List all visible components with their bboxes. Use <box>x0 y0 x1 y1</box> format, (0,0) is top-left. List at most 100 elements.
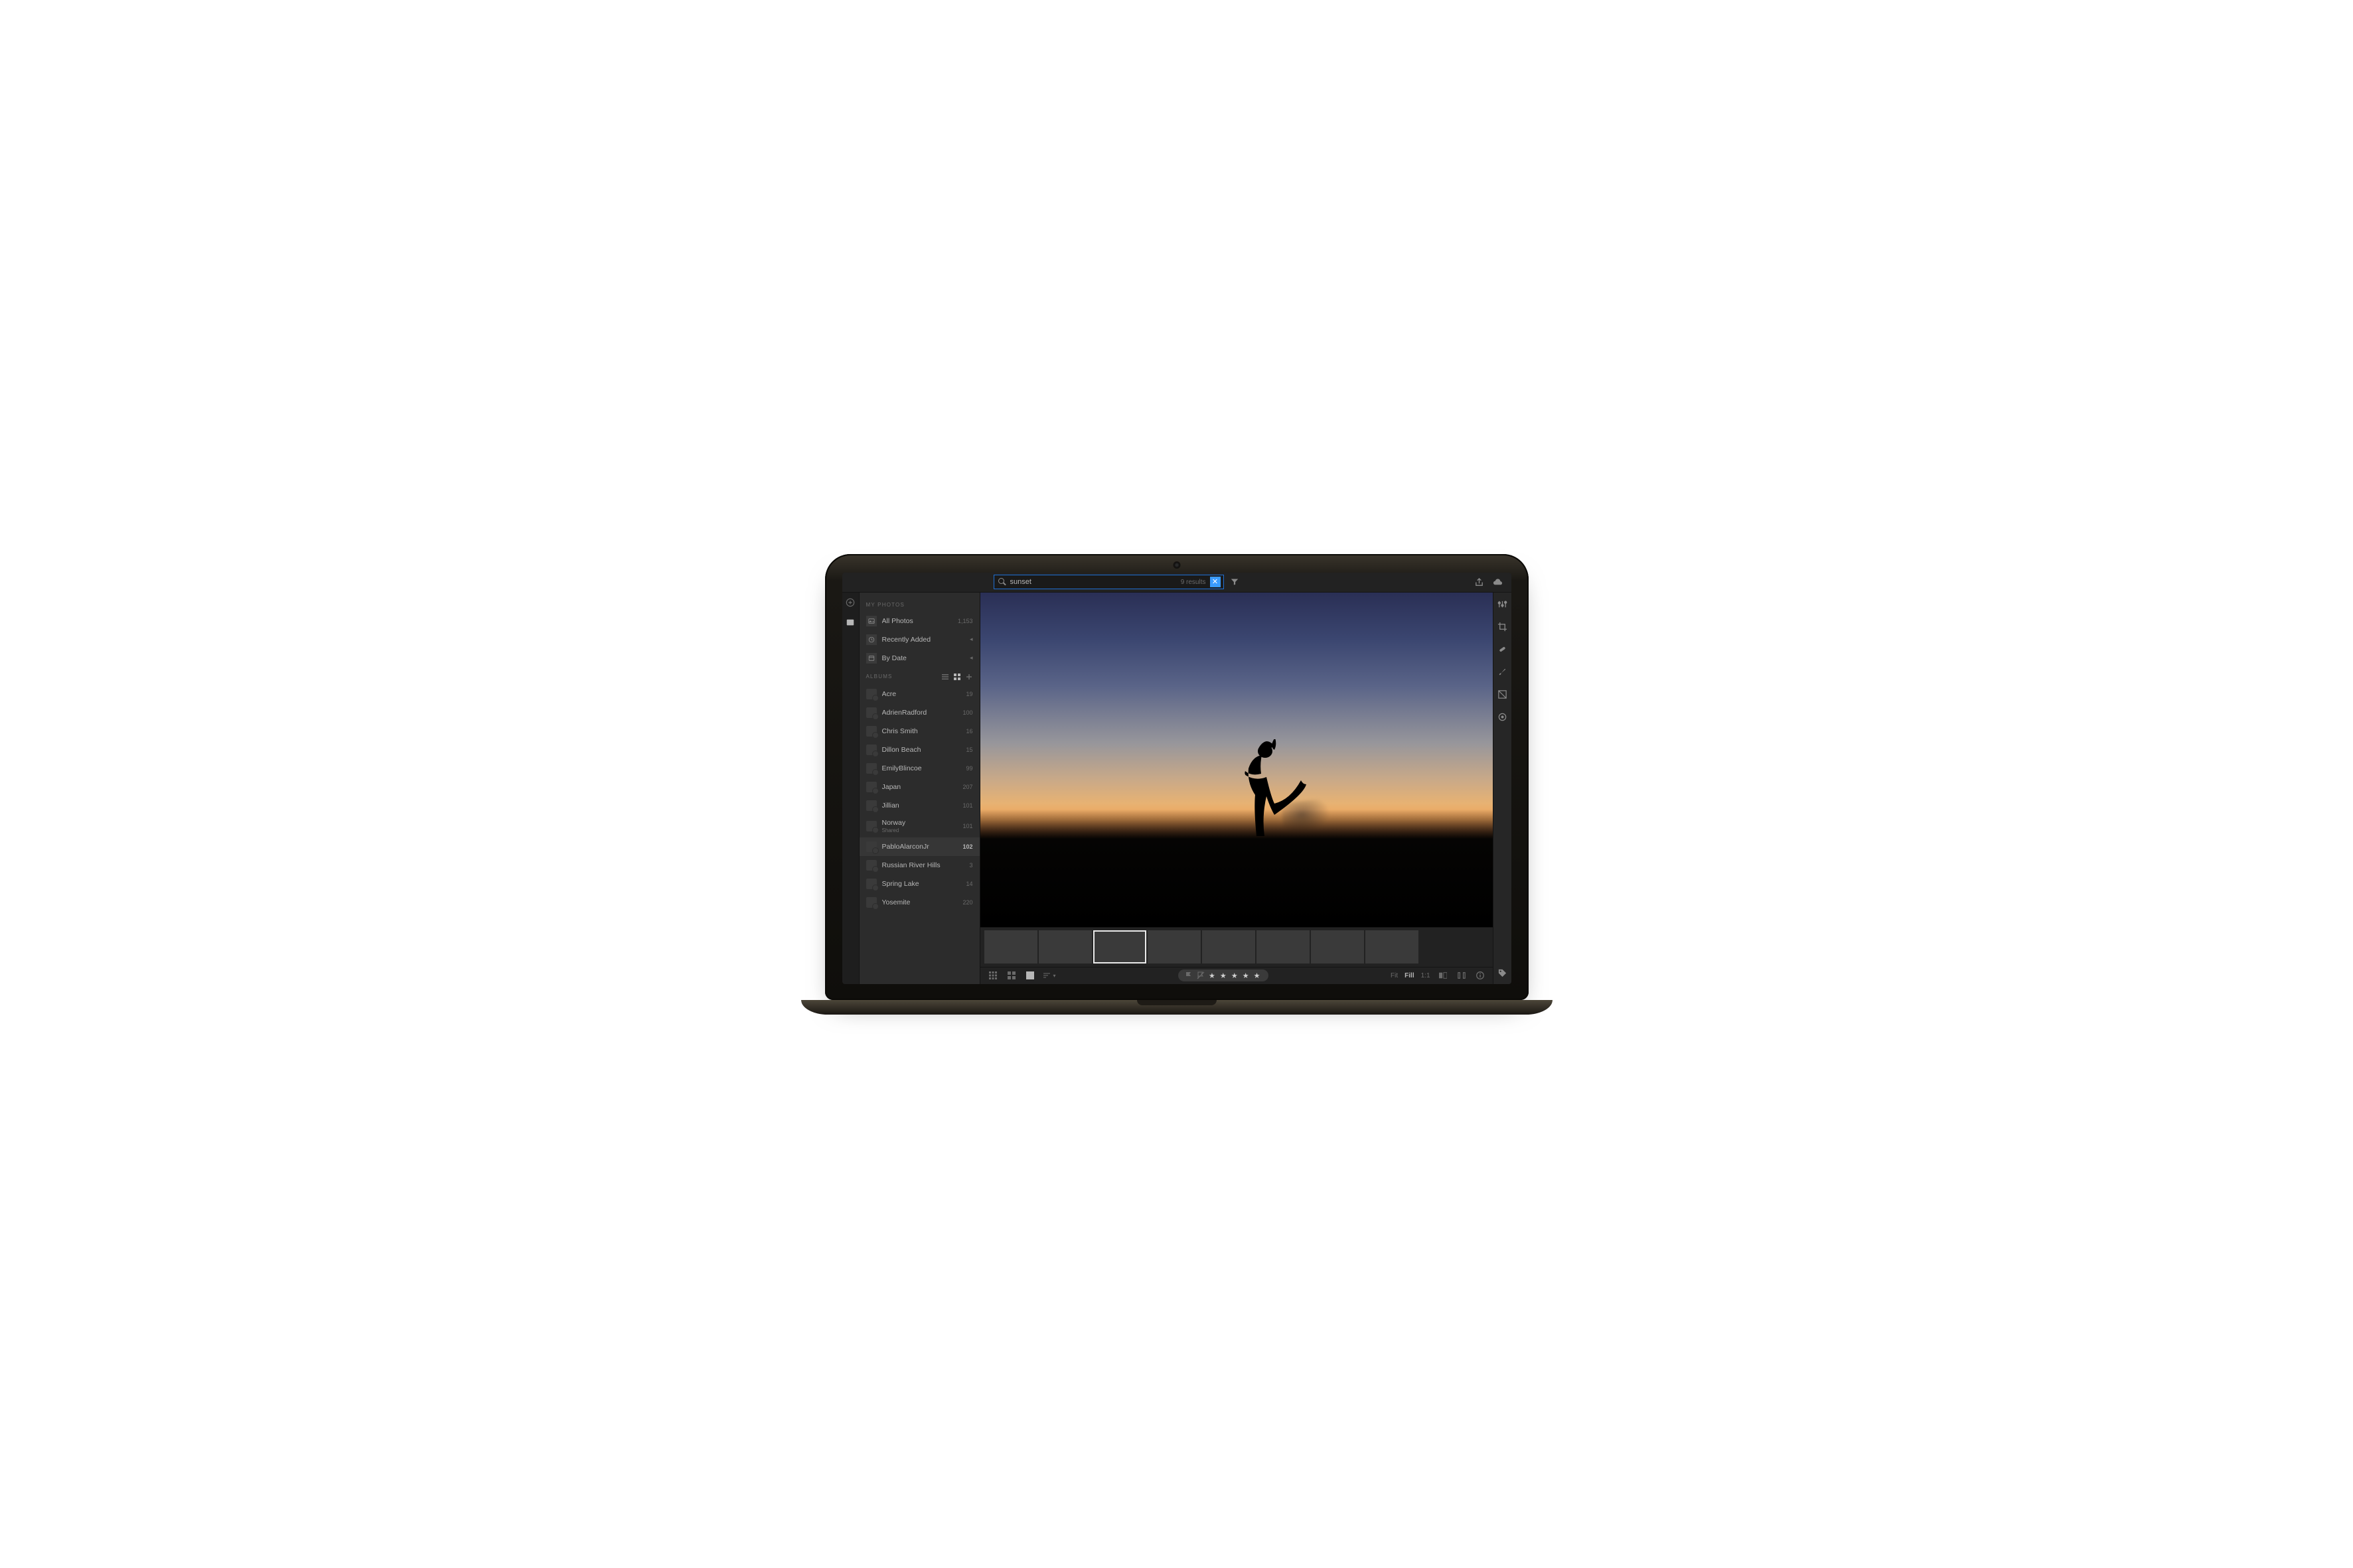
tag-icon[interactable] <box>1495 967 1509 980</box>
filmstrip-thumbnail[interactable] <box>1311 930 1364 963</box>
filmstrip-thumbnail[interactable] <box>1039 930 1092 963</box>
sidebar-album-item[interactable]: Jillian 101 <box>860 796 980 815</box>
sidebar-item-label: Acre <box>882 690 961 698</box>
sidebar-item-recently-added[interactable]: Recently Added ◂ <box>860 630 980 649</box>
sidebar-item-label: Yosemite <box>882 898 958 906</box>
add-photos-icon[interactable] <box>844 597 856 608</box>
left-icon-rail <box>842 593 860 984</box>
zoom-selector: Fit Fill 1:1 <box>1391 972 1430 979</box>
sidebar-item-label: Dillon Beach <box>882 746 961 754</box>
album-thumbnail <box>866 707 877 718</box>
sidebar-item-count: 207 <box>962 784 972 790</box>
laptop-frame: 9 results ✕ <box>825 554 1529 1015</box>
sidebar-album-item[interactable]: Spring Lake 14 <box>860 875 980 893</box>
list-view-icon[interactable] <box>941 673 949 681</box>
sort-button[interactable]: ▾ <box>1043 971 1056 979</box>
sidebar-item-label: NorwayShared <box>882 819 958 833</box>
rating-pill[interactable]: ★ ★ ★ ★ ★ <box>1178 969 1268 981</box>
grid-small-icon[interactable] <box>987 969 999 981</box>
sidebar-album-item[interactable]: Japan 207 <box>860 778 980 796</box>
sidebar-item-count: 101 <box>962 823 972 829</box>
cloud-sync-icon[interactable] <box>1491 575 1505 589</box>
filmstrip-thumbnail[interactable] <box>1093 930 1146 963</box>
filmstrip-thumbnail[interactable] <box>1365 930 1418 963</box>
compare-icon[interactable] <box>1437 969 1449 981</box>
sidebar-item-all-photos[interactable]: All Photos 1,153 <box>860 612 980 630</box>
image-viewer: ▾ ★ ★ ★ ★ ★ <box>980 593 1493 984</box>
sidebar-item-count: 101 <box>962 802 972 809</box>
sidebar-item-label: Recently Added <box>882 636 964 644</box>
filmstrip-thumbnail[interactable] <box>1256 930 1310 963</box>
sidebar-album-item[interactable]: PabloAlarconJr 102 <box>860 837 980 856</box>
sidebar-item-count: 15 <box>966 747 972 753</box>
sidebar-item-label: AdrienRadford <box>882 709 958 717</box>
sidebar-album-item[interactable]: EmilyBlincoe99 <box>860 759 980 778</box>
album-thumbnail <box>866 897 877 908</box>
right-tool-rail <box>1493 593 1511 984</box>
clear-search-button[interactable]: ✕ <box>1210 577 1221 587</box>
chevron-left-icon: ◂ <box>970 654 973 662</box>
app-window: 9 results ✕ <box>842 573 1511 984</box>
star-rating[interactable]: ★ ★ ★ ★ ★ <box>1209 971 1262 980</box>
radial-icon[interactable] <box>1495 711 1509 724</box>
album-thumbnail <box>866 726 877 737</box>
library-rail-icon[interactable] <box>844 616 856 628</box>
person-silhouette <box>1229 739 1308 859</box>
sidebar-item-count: 14 <box>966 881 972 887</box>
sidebar-item-by-date[interactable]: By Date ◂ <box>860 649 980 668</box>
laptop-base <box>801 1000 1553 1015</box>
sidebar-item-label: By Date <box>882 654 964 662</box>
crop-icon[interactable] <box>1495 620 1509 634</box>
sidebar-album-item[interactable]: AdrienRadford 100 <box>860 703 980 722</box>
search-field[interactable]: 9 results ✕ <box>994 575 1224 589</box>
single-view-icon[interactable] <box>1024 969 1036 981</box>
brush-icon[interactable] <box>1495 666 1509 679</box>
sidebar-item-label: PabloAlarconJr <box>882 843 958 851</box>
sidebar-item-count: 220 <box>962 899 972 906</box>
sidebar-item-count: 100 <box>962 709 972 716</box>
filmstrip-thumbnail[interactable] <box>1148 930 1201 963</box>
filmstrip-thumbnail[interactable] <box>1202 930 1255 963</box>
sidebar-album-item[interactable]: Russian River Hills3 <box>860 856 980 875</box>
app-body: MY PHOTOS All Photos 1,153 Recently <box>842 593 1511 984</box>
flag-pick-icon[interactable] <box>1185 971 1193 979</box>
sidebar-album-item[interactable]: Yosemite 220 <box>860 893 980 912</box>
grid-view-icon[interactable] <box>953 673 961 681</box>
sidebar-item-label: Japan <box>882 783 958 791</box>
sidebar-album-item[interactable]: Acre19 <box>860 685 980 703</box>
panel-toggle-icon[interactable] <box>1456 969 1468 981</box>
main-image[interactable] <box>980 593 1493 927</box>
sidebar-item-label: All Photos <box>882 617 952 625</box>
heal-icon[interactable] <box>1495 643 1509 656</box>
album-thumbnail <box>866 860 877 871</box>
album-thumbnail <box>866 821 877 831</box>
filmstrip-thumbnail[interactable] <box>984 930 1037 963</box>
zoom-fill[interactable]: Fill <box>1404 972 1414 979</box>
info-icon[interactable] <box>1474 969 1486 981</box>
add-album-icon[interactable] <box>965 673 973 681</box>
filter-icon[interactable] <box>1229 577 1240 587</box>
sidebar: MY PHOTOS All Photos 1,153 Recently <box>860 593 980 984</box>
sidebar-item-count: 102 <box>962 843 972 850</box>
all-photos-icon <box>866 616 877 626</box>
sidebar-item-label: Spring Lake <box>882 880 961 888</box>
sidebar-album-item[interactable]: NorwayShared 101 <box>860 815 980 837</box>
flag-reject-icon[interactable] <box>1197 971 1205 979</box>
sidebar-item-label: Russian River Hills <box>882 861 964 869</box>
sliders-icon[interactable] <box>1495 598 1509 611</box>
album-thumbnail <box>866 745 877 755</box>
grid-large-icon[interactable] <box>1006 969 1018 981</box>
sidebar-album-item[interactable]: Dillon Beach 15 <box>860 741 980 759</box>
zoom-1to1[interactable]: 1:1 <box>1421 972 1430 979</box>
filmstrip <box>980 927 1493 967</box>
search-input[interactable] <box>1009 577 1181 587</box>
sidebar-item-count: 1,153 <box>958 618 973 624</box>
sidebar-album-item[interactable]: Chris Smith16 <box>860 722 980 741</box>
sidebar-item-label: Jillian <box>882 802 958 810</box>
share-icon[interactable] <box>1473 575 1486 589</box>
chevron-left-icon: ◂ <box>970 636 973 643</box>
clock-icon <box>866 634 877 645</box>
calendar-icon <box>866 653 877 664</box>
zoom-fit[interactable]: Fit <box>1391 972 1398 979</box>
gradient-icon[interactable] <box>1495 688 1509 701</box>
